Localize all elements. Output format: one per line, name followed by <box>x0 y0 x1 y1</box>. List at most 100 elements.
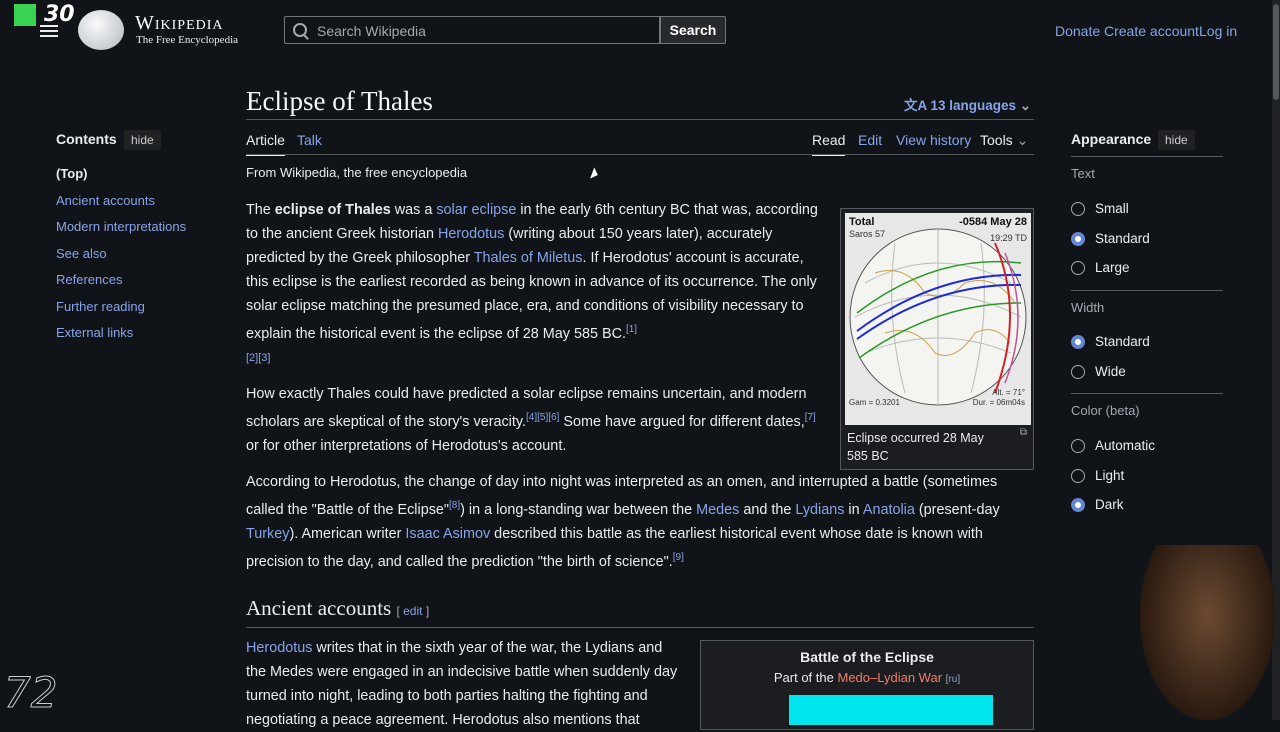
radio-large[interactable] <box>1071 260 1085 275</box>
scrollbar-thumb[interactable] <box>1273 4 1279 100</box>
toc-item-ancient-accounts[interactable]: Ancient accounts <box>56 193 155 208</box>
section-edit[interactable]: [ edit ] <box>396 604 429 618</box>
option-label: Large <box>1095 260 1130 275</box>
link-turkey[interactable]: Turkey <box>246 526 289 542</box>
radio-standard[interactable] <box>1071 231 1085 246</box>
donate-link[interactable]: Donate <box>1055 23 1100 39</box>
tab-talk[interactable]: Talk <box>297 132 322 148</box>
radio-small[interactable] <box>1071 201 1085 216</box>
search-icon <box>293 23 307 37</box>
translate-icon: 文A <box>904 98 931 113</box>
color-light-option[interactable]: Light <box>1071 468 1124 483</box>
option-label: Standard <box>1095 231 1150 246</box>
search-box[interactable] <box>284 16 660 44</box>
infobox-part-of: Part of the Medo–Lydian War [ru] <box>773 670 961 685</box>
mouse-cursor-icon <box>590 167 600 181</box>
text-small-option[interactable]: Small <box>1071 201 1129 216</box>
enlarge-icon[interactable]: ⧉ <box>1020 427 1027 438</box>
thumb-saros: Saros 57 <box>849 229 885 239</box>
text-large-option[interactable]: Large <box>1071 260 1130 275</box>
language-selector[interactable]: 文A 13 languages ⌄ <box>904 94 1031 114</box>
search-input[interactable] <box>315 20 649 42</box>
paragraph-4: Herodotus writes that in the sixth year … <box>246 640 678 728</box>
infobox-title: Battle of the Eclipse <box>800 649 934 665</box>
eclipse-thumbnail[interactable]: Total -0584 May 28 Saros 57 19:29 TD Alt… <box>840 208 1034 470</box>
eclipse-map-image[interactable]: Total -0584 May 28 Saros 57 19:29 TD Alt… <box>845 213 1031 425</box>
option-label: Standard <box>1095 334 1150 349</box>
infobox-part-of-label: Part of the <box>773 670 834 685</box>
wikipedia-globe-logo[interactable] <box>78 10 124 50</box>
toc-hide-button[interactable]: hide <box>124 130 161 150</box>
option-label: Light <box>1095 468 1125 483</box>
infobox-battle: Battle of the Eclipse Part of the Medo–L… <box>700 640 1034 730</box>
create-account-link[interactable]: Create account <box>1104 23 1199 39</box>
link-ru[interactable]: ru <box>948 674 957 685</box>
radio-automatic[interactable] <box>1071 438 1085 453</box>
toc-item-modern-interpretations[interactable]: Modern interpretations <box>56 219 186 234</box>
appearance-divider <box>1071 393 1223 394</box>
toc-item-references[interactable]: References <box>56 272 122 287</box>
tab-edit[interactable]: Edit <box>858 132 882 148</box>
languages-label: 13 languages <box>930 98 1017 113</box>
link-thales[interactable]: Thales of Miletus <box>474 250 583 266</box>
radio-light[interactable] <box>1071 468 1085 483</box>
radio-width-wide[interactable] <box>1071 364 1085 379</box>
link-anatolia[interactable]: Anatolia <box>863 502 915 518</box>
link-herodotus-2[interactable]: Herodotus <box>246 640 312 656</box>
link-medo-lydian-war[interactable]: Medo–Lydian War <box>837 670 942 685</box>
page-title: Eclipse of Thales <box>246 86 433 116</box>
paragraph-1: The eclipse of Thales was a solar eclips… <box>246 202 818 364</box>
toc-title: Contents <box>56 131 117 147</box>
width-label: Width <box>1071 300 1105 315</box>
infobox-map-image[interactable] <box>789 695 993 725</box>
tab-read[interactable]: Read <box>812 132 846 156</box>
section-heading: Ancient accounts [ edit ] <box>246 596 429 621</box>
thumb-type: Total <box>849 216 874 228</box>
color-automatic-option[interactable]: Automatic <box>1071 438 1155 453</box>
text-size-label: Text <box>1071 166 1095 181</box>
search-button[interactable]: Search <box>660 16 726 44</box>
thumb-caption: Eclipse occurred 28 May 585 BC <box>847 431 984 463</box>
thumb-alt: Alt. = 71° <box>992 388 1025 397</box>
wikipedia-wordmark[interactable]: Wikipedia <box>135 12 224 35</box>
thumb-date: -0584 May 28 <box>959 216 1027 228</box>
radio-dark[interactable] <box>1071 497 1085 512</box>
tools-menu[interactable]: Tools ⌄ <box>980 132 1028 149</box>
tabs-divider <box>246 154 1034 155</box>
width-wide-option[interactable]: Wide <box>1071 364 1126 379</box>
watermark-72: 72 <box>3 668 58 718</box>
login-link[interactable]: Log in <box>1199 23 1237 39</box>
radio-width-standard[interactable] <box>1071 334 1085 349</box>
link-lydians[interactable]: Lydians <box>795 502 844 518</box>
thumb-time: 19:29 TD <box>990 233 1027 243</box>
link-isaac-asimov[interactable]: Isaac Asimov <box>405 526 490 542</box>
width-standard-option[interactable]: Standard <box>1071 334 1150 349</box>
streamer-avatar-overlay <box>1140 545 1275 720</box>
chevron-down-icon: ⌄ <box>1012 132 1029 148</box>
color-dark-option[interactable]: Dark <box>1071 497 1124 512</box>
link-medes[interactable]: Medes <box>696 502 739 518</box>
thumb-duration: Dur. = 06m04s <box>973 398 1025 407</box>
toc-item-further-reading[interactable]: Further reading <box>56 299 145 314</box>
main-menu-icon[interactable] <box>40 22 58 40</box>
option-label: Dark <box>1095 497 1124 512</box>
toc-item-top[interactable]: (Top) <box>56 166 88 181</box>
option-label: Automatic <box>1095 438 1156 453</box>
thumb-gamma: Gam = 0.3201 <box>849 398 900 407</box>
section-title: Ancient accounts <box>246 596 392 620</box>
option-label: Small <box>1095 201 1129 216</box>
link-solar-eclipse[interactable]: solar eclipse <box>436 202 516 218</box>
paragraph-2: How exactly Thales could have predicted … <box>246 386 816 454</box>
link-herodotus[interactable]: Herodotus <box>438 226 504 242</box>
channel-logo-icon <box>14 4 36 26</box>
appearance-hide-button[interactable]: hide <box>1158 130 1195 150</box>
section-divider <box>246 627 1034 628</box>
option-label: Wide <box>1095 364 1126 379</box>
appearance-divider <box>1071 290 1223 291</box>
tab-article[interactable]: Article <box>246 132 285 156</box>
toc-item-external-links[interactable]: External links <box>56 325 133 340</box>
toc-item-see-also[interactable]: See also <box>56 246 107 261</box>
text-standard-option[interactable]: Standard <box>1071 231 1150 246</box>
tab-view-history[interactable]: View history <box>896 132 971 148</box>
section-edit-link[interactable]: edit <box>403 604 422 618</box>
